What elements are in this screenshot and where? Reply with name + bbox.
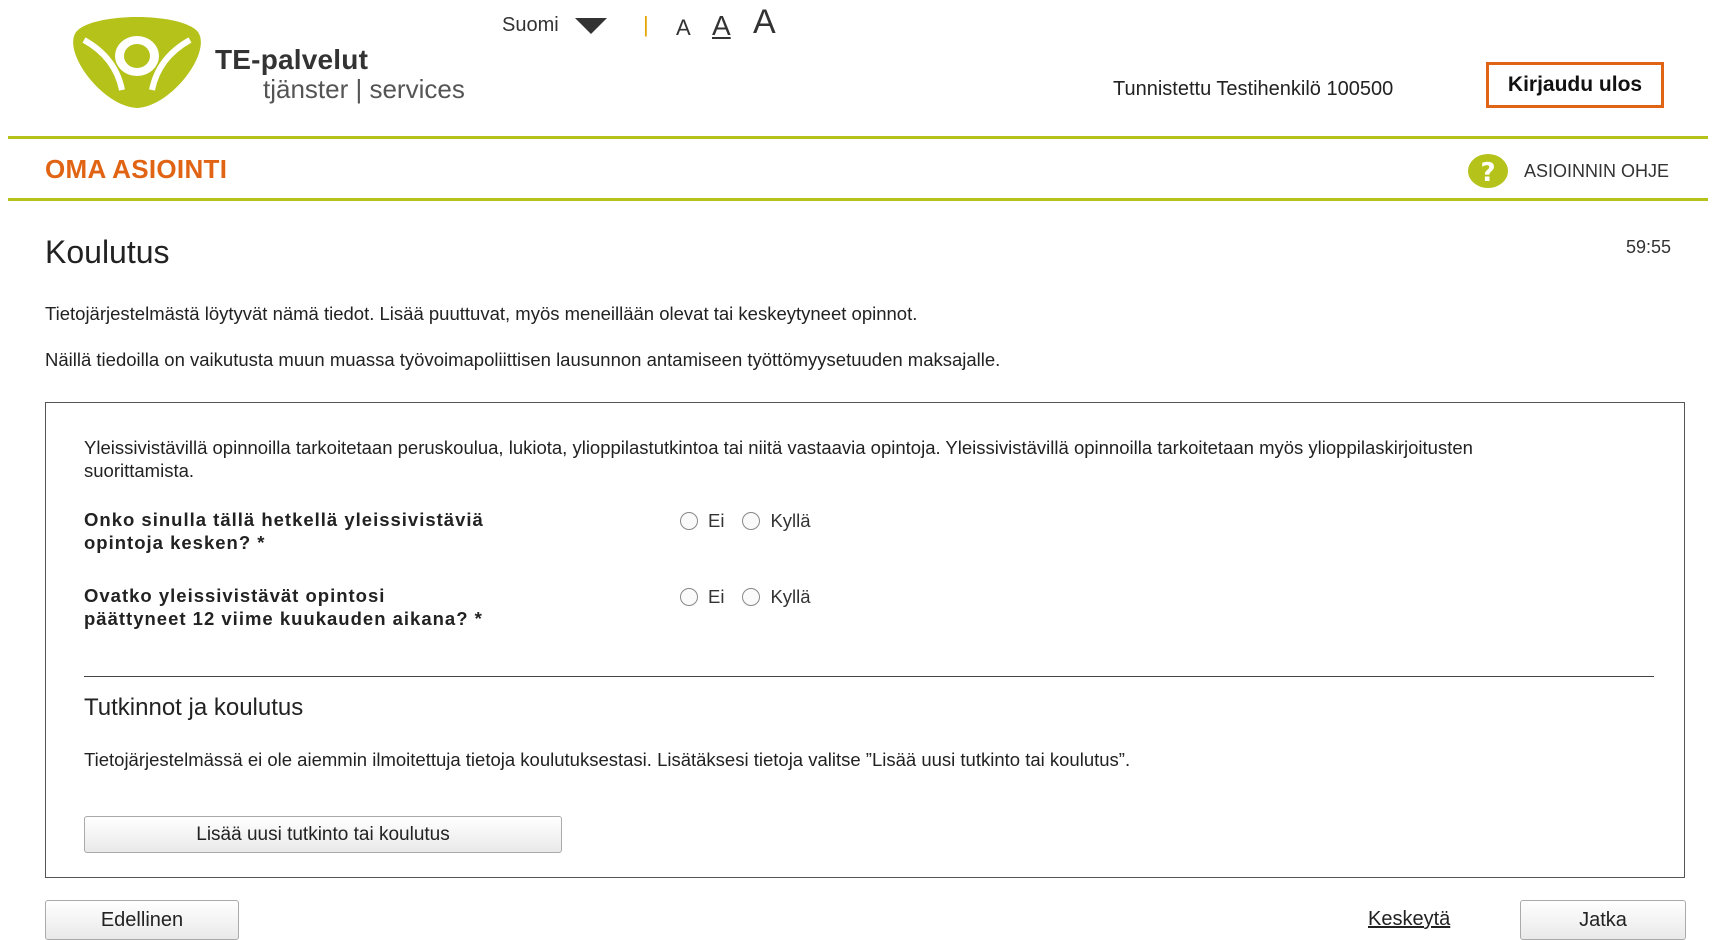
radio-button[interactable] <box>742 512 761 530</box>
caret-down-icon[interactable] <box>574 17 607 34</box>
question-1-option-ei[interactable]: Ei <box>680 510 724 532</box>
help-link[interactable]: ASIOINNIN OHJE <box>1524 161 1669 182</box>
question-2-option-ei[interactable]: Ei <box>680 586 724 608</box>
previous-button[interactable]: Edellinen <box>45 900 239 940</box>
brand-name: TE-palvelut <box>215 44 369 75</box>
header-rule <box>8 136 1708 139</box>
intro-text-2: Näillä tiedoilla on vaikutusta muun muas… <box>45 349 1001 370</box>
option-label: Ei <box>708 510 725 531</box>
font-size-medium-button[interactable]: A <box>712 10 731 42</box>
page-title: Koulutus <box>45 234 170 270</box>
question-2-options: Ei Kyllä <box>680 586 829 608</box>
font-size-small-button[interactable]: A <box>676 15 691 41</box>
nav-rule <box>8 198 1708 201</box>
radio-button[interactable] <box>680 512 698 530</box>
logout-button[interactable]: Kirjaudu ulos <box>1486 62 1664 108</box>
radio-button[interactable] <box>742 588 761 606</box>
question-1-option-kylla[interactable]: Kyllä <box>742 510 811 532</box>
cancel-link[interactable]: Keskeytä <box>1368 908 1450 931</box>
language-label: Suomi <box>502 14 559 36</box>
question-2-option-kylla[interactable]: Kyllä <box>742 586 811 608</box>
option-label: Ei <box>708 586 725 607</box>
option-label: Kyllä <box>770 510 811 531</box>
font-size-large-button[interactable]: A <box>753 3 776 42</box>
option-label: Kyllä <box>770 586 811 607</box>
te-palvelut-logo-icon <box>73 17 201 108</box>
question-1-label: Onko sinulla tällä hetkellä yleissivistä… <box>84 509 484 553</box>
next-button[interactable]: Jatka <box>1520 900 1686 940</box>
section-title-oma-asiointi: OMA ASIOINTI <box>45 154 228 184</box>
radio-button[interactable] <box>680 588 698 606</box>
user-info: Tunnistettu Testihenkilö 100500 <box>1113 78 1394 100</box>
add-degree-button[interactable]: Lisää uusi tutkinto tai koulutus <box>84 816 562 853</box>
question-1-options: Ei Kyllä <box>680 510 829 532</box>
svg-text:?: ? <box>1480 158 1495 188</box>
session-timer: 59:55 <box>1626 237 1672 257</box>
question-2-label: Ovatko yleissivistävät opintosi päättyne… <box>84 585 483 629</box>
header-separator: | <box>643 12 649 37</box>
panel-divider <box>84 676 1654 677</box>
brand-subtitle: tjänster | services <box>263 74 465 104</box>
degrees-section-title: Tutkinnot ja koulutus <box>84 694 304 721</box>
panel-intro-text: Yleissivistävillä opinnoilla tarkoitetaa… <box>84 437 1473 481</box>
question-circle-icon[interactable]: ? <box>1467 153 1509 189</box>
degrees-section-text: Tietojärjestelmässä ei ole aiemmin ilmoi… <box>84 749 1131 770</box>
language-selector[interactable]: Suomi <box>502 14 607 37</box>
intro-text-1: Tietojärjestelmästä löytyvät nämä tiedot… <box>45 303 918 324</box>
